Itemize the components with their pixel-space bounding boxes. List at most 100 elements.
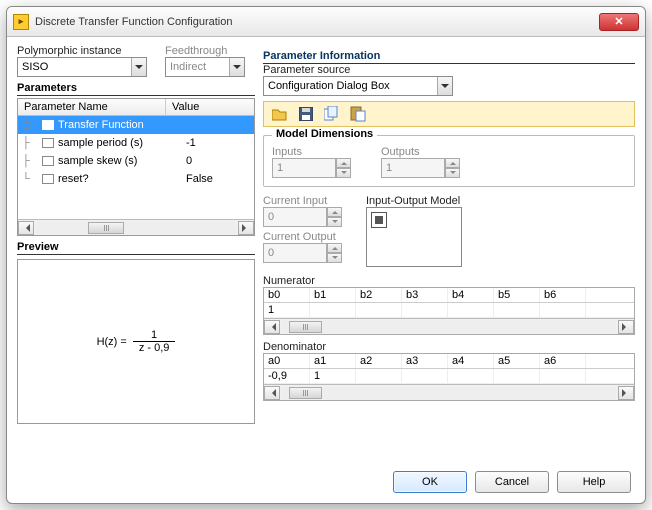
help-button[interactable]: Help xyxy=(557,471,631,493)
num-cell[interactable]: 1 xyxy=(264,303,310,317)
den-cell[interactable] xyxy=(402,369,448,383)
current-output-spinner[interactable] xyxy=(263,243,342,263)
numerator-row: 1 xyxy=(264,303,634,318)
scroll-track[interactable] xyxy=(36,222,236,234)
den-cell[interactable] xyxy=(540,369,586,383)
den-col[interactable]: a3 xyxy=(402,354,448,368)
scroll-thumb[interactable] xyxy=(289,387,322,399)
save-icon[interactable] xyxy=(298,106,314,122)
spin-down-icon[interactable] xyxy=(327,253,342,263)
num-col[interactable]: b5 xyxy=(494,288,540,302)
den-col[interactable]: a5 xyxy=(494,354,540,368)
spin-up-icon[interactable] xyxy=(327,207,342,217)
scroll-right-icon[interactable] xyxy=(618,320,634,334)
io-model-label: Input-Output Model xyxy=(366,195,462,207)
spin-up-icon[interactable] xyxy=(445,158,460,168)
model-dimensions-group: Model Dimensions Inputs Outputs xyxy=(263,135,635,187)
denominator-table[interactable]: a0 a1 a2 a3 a4 a5 a6 -0,9 1 xyxy=(263,353,635,401)
num-cell[interactable] xyxy=(402,303,448,317)
den-cell[interactable] xyxy=(494,369,540,383)
parameter-source-value: Configuration Dialog Box xyxy=(268,80,390,92)
spin-down-icon[interactable] xyxy=(336,168,351,178)
den-col[interactable]: a4 xyxy=(448,354,494,368)
den-col[interactable]: a1 xyxy=(310,354,356,368)
copy-icon[interactable] xyxy=(324,106,340,122)
num-cell[interactable] xyxy=(448,303,494,317)
model-dimensions-title: Model Dimensions xyxy=(272,128,377,140)
close-button[interactable]: ✕ xyxy=(599,13,639,31)
param-row-transfer-function[interactable]: ⊟ Transfer Function xyxy=(18,116,254,134)
param-row-sample-skew[interactable]: ├ sample skew (s) 0 xyxy=(18,152,254,170)
scroll-left-icon[interactable] xyxy=(18,221,34,235)
outputs-spinner[interactable] xyxy=(381,158,460,178)
cancel-button[interactable]: Cancel xyxy=(475,471,549,493)
spin-up-icon[interactable] xyxy=(336,158,351,168)
outputs-field[interactable] xyxy=(381,158,445,178)
inputs-spinner[interactable] xyxy=(272,158,351,178)
polymorphic-label: Polymorphic instance xyxy=(17,45,157,57)
io-model-cell[interactable] xyxy=(371,212,387,228)
left-pane: Polymorphic instance SISO Feedthrough In… xyxy=(17,45,255,461)
den-cell[interactable] xyxy=(356,369,402,383)
spin-down-icon[interactable] xyxy=(327,217,342,227)
num-col[interactable]: b6 xyxy=(540,288,586,302)
inputs-field[interactable] xyxy=(272,158,336,178)
current-input-field[interactable] xyxy=(263,207,327,227)
spin-down-icon[interactable] xyxy=(445,168,460,178)
num-col[interactable]: b3 xyxy=(402,288,448,302)
den-col[interactable]: a2 xyxy=(356,354,402,368)
parameters-header: Parameter Name Value xyxy=(18,99,254,116)
num-cell[interactable] xyxy=(356,303,402,317)
close-icon: ✕ xyxy=(614,15,623,28)
num-cell[interactable] xyxy=(310,303,356,317)
num-col[interactable]: b0 xyxy=(264,288,310,302)
scroll-track[interactable] xyxy=(282,321,616,333)
parameter-source-combo[interactable]: Configuration Dialog Box xyxy=(263,76,453,96)
param-row-sample-period[interactable]: ├ sample period (s) -1 xyxy=(18,134,254,152)
node-icon xyxy=(42,120,54,130)
parameter-info-title: Parameter Information xyxy=(263,50,635,64)
param-value: 0 xyxy=(182,155,254,167)
polymorphic-combo[interactable]: SISO xyxy=(17,57,147,77)
den-cell[interactable]: 1 xyxy=(310,369,356,383)
den-cell[interactable]: -0,9 xyxy=(264,369,310,383)
scroll-right-icon[interactable] xyxy=(618,386,634,400)
node-icon xyxy=(42,156,54,166)
numerator-hscroll[interactable] xyxy=(264,318,634,334)
denominator-hscroll[interactable] xyxy=(264,384,634,400)
current-input-spinner[interactable] xyxy=(263,207,342,227)
numerator-table[interactable]: b0 b1 b2 b3 b4 b5 b6 1 xyxy=(263,287,635,335)
spin-up-icon[interactable] xyxy=(327,243,342,253)
num-cell[interactable] xyxy=(540,303,586,317)
parameters-hscroll[interactable] xyxy=(18,219,254,235)
scroll-right-icon[interactable] xyxy=(238,221,254,235)
num-col[interactable]: b2 xyxy=(356,288,402,302)
param-row-reset[interactable]: └ reset? False xyxy=(18,170,254,188)
scroll-left-icon[interactable] xyxy=(264,386,280,400)
help-label: Help xyxy=(583,476,606,488)
col-parameter-name[interactable]: Parameter Name xyxy=(18,99,166,115)
formula-fraction: 1 z - 0,9 xyxy=(133,329,176,354)
numerator-label: Numerator xyxy=(263,275,635,287)
io-model-grid[interactable] xyxy=(366,207,462,267)
ok-button[interactable]: OK xyxy=(393,471,467,493)
scroll-thumb[interactable] xyxy=(289,321,322,333)
col-value[interactable]: Value xyxy=(166,99,254,115)
den-col[interactable]: a6 xyxy=(540,354,586,368)
ok-label: OK xyxy=(422,476,438,488)
scroll-track[interactable] xyxy=(282,387,616,399)
scroll-thumb[interactable] xyxy=(88,222,124,234)
num-cell[interactable] xyxy=(494,303,540,317)
open-icon[interactable] xyxy=(272,106,288,122)
poly-feed-row: Polymorphic instance SISO Feedthrough In… xyxy=(17,45,255,77)
outputs-label: Outputs xyxy=(381,146,460,158)
num-col[interactable]: b4 xyxy=(448,288,494,302)
scroll-left-icon[interactable] xyxy=(264,320,280,334)
den-col[interactable]: a0 xyxy=(264,354,310,368)
feedthrough-combo[interactable]: Indirect xyxy=(165,57,245,77)
num-col[interactable]: b1 xyxy=(310,288,356,302)
den-cell[interactable] xyxy=(448,369,494,383)
paste-icon[interactable] xyxy=(350,106,366,122)
current-output-field[interactable] xyxy=(263,243,327,263)
tree-connector-icon: ├ xyxy=(22,137,42,149)
